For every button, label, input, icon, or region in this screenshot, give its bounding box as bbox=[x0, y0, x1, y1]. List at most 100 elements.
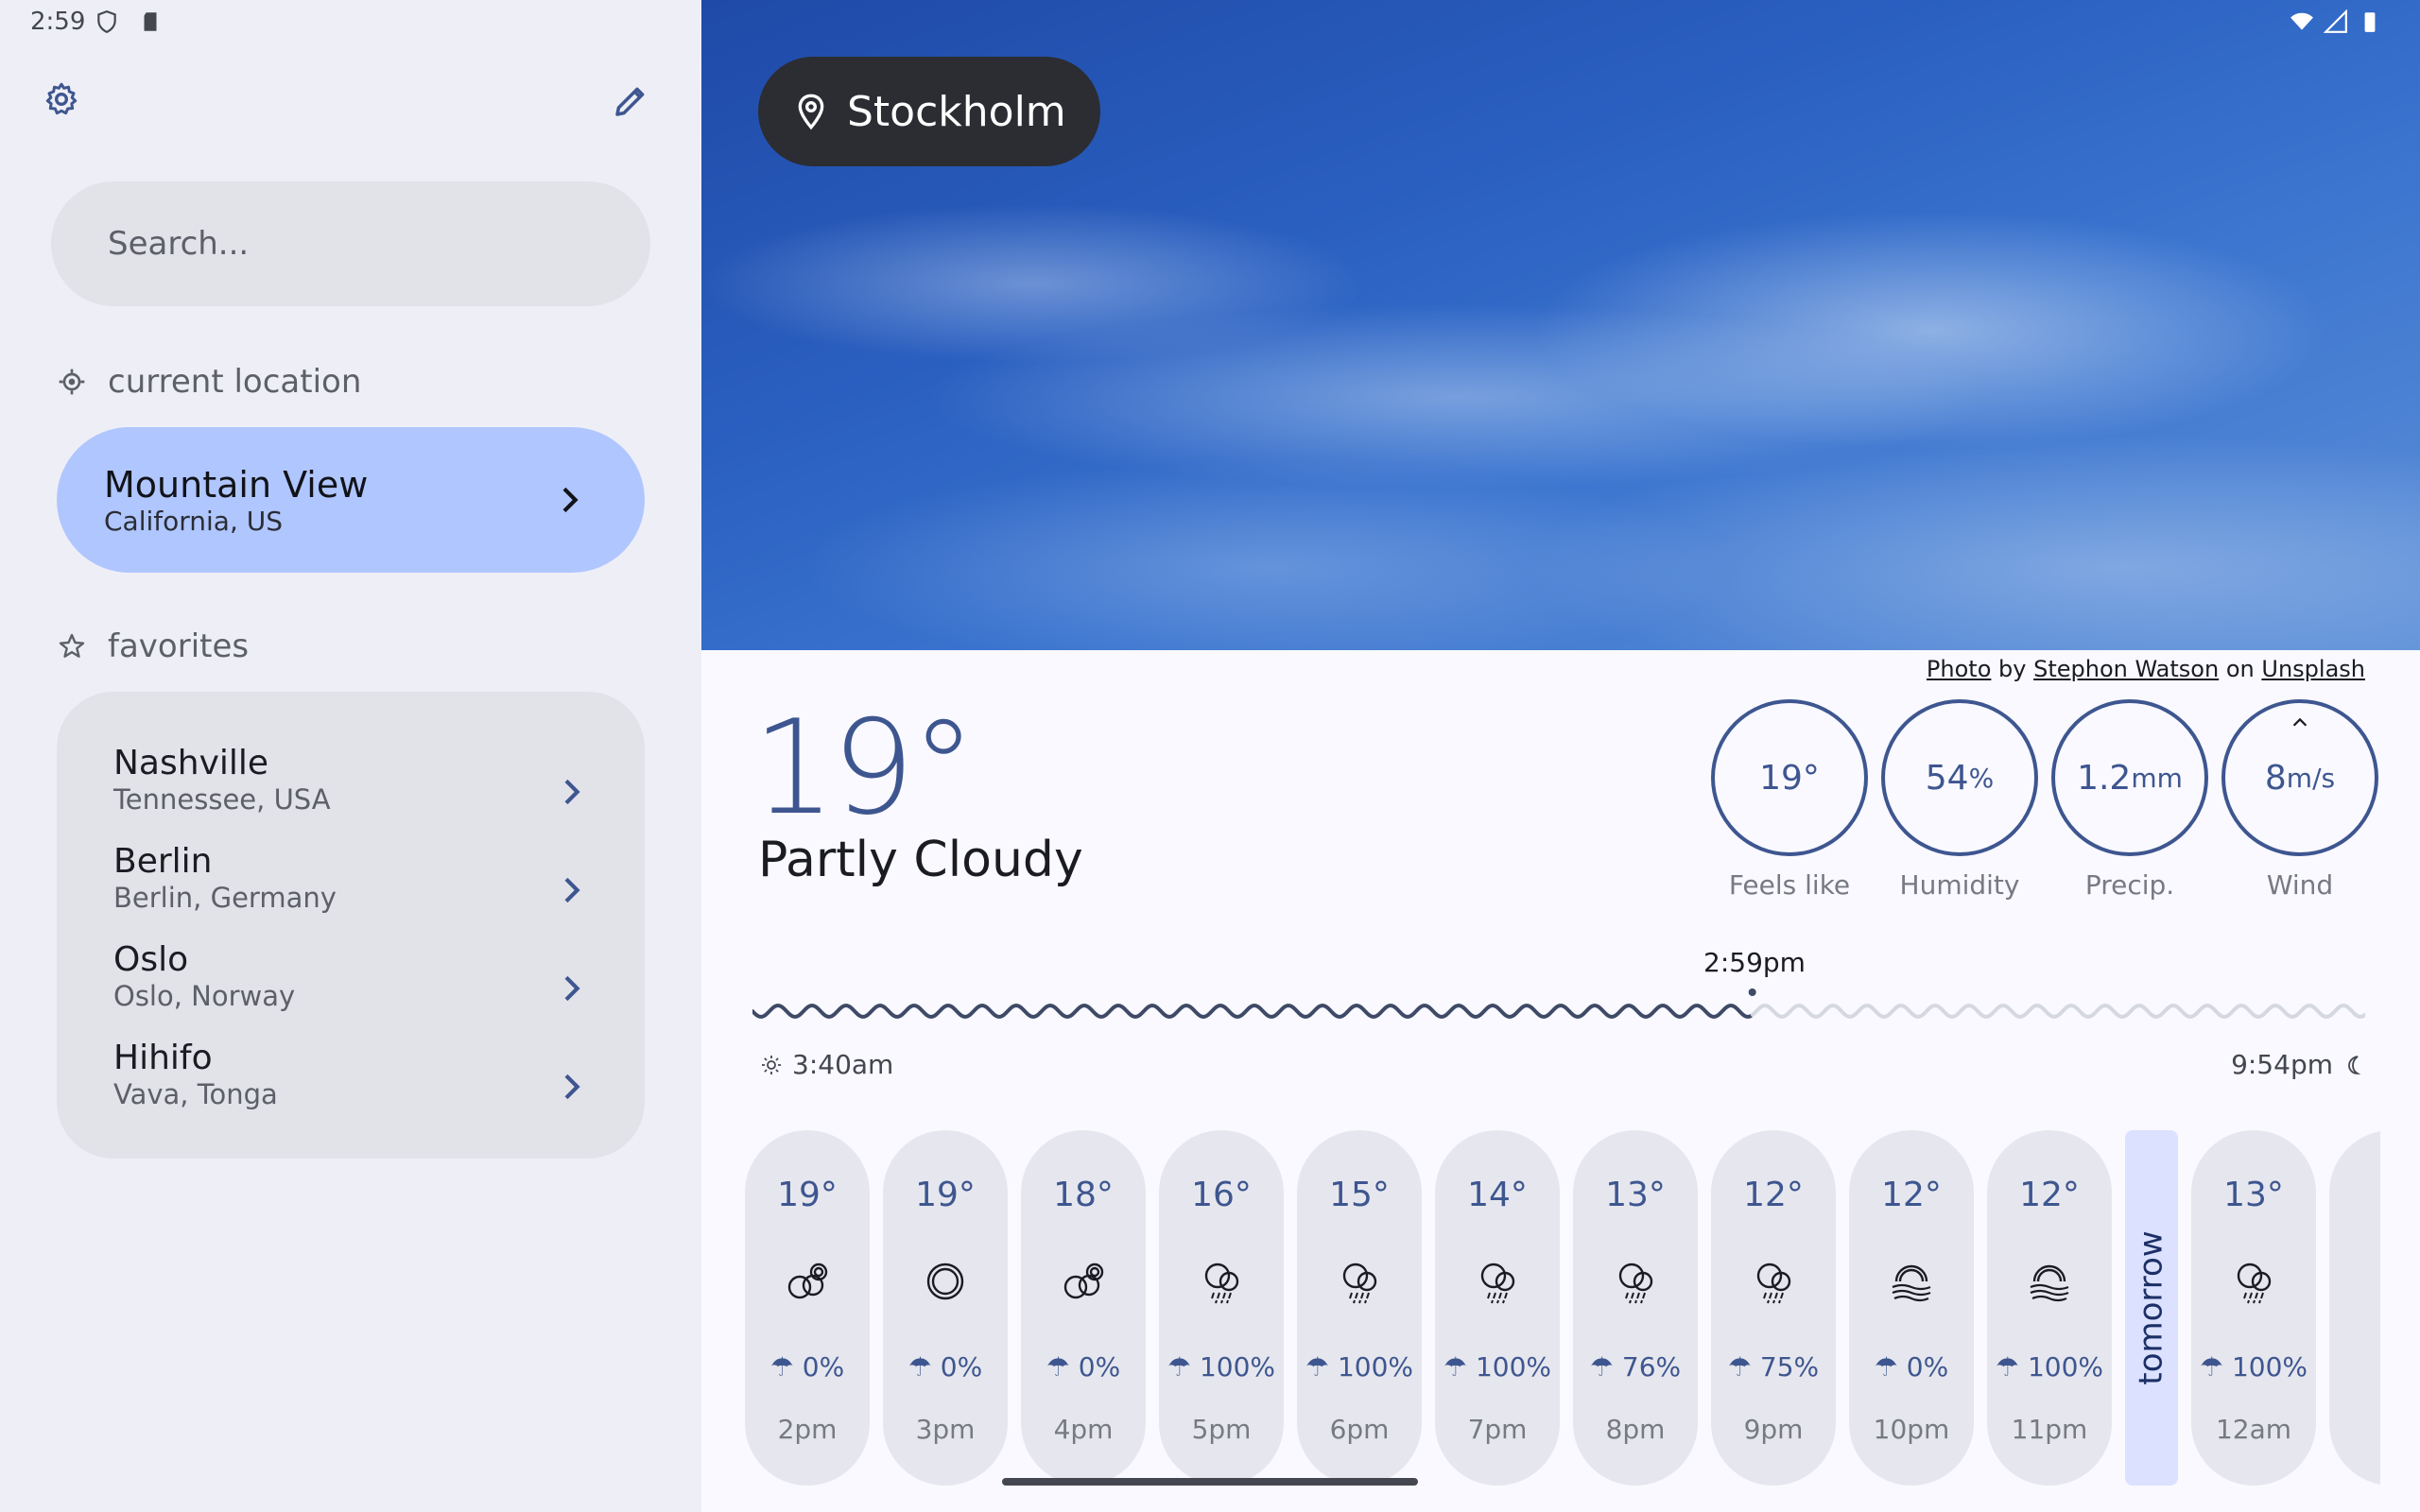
hour-time: 3pm bbox=[915, 1414, 976, 1445]
hour-precip: ☂ 75% bbox=[1711, 1351, 1836, 1383]
status-icons-right bbox=[2290, 9, 2382, 34]
hour-precip: ☂ 0% bbox=[1849, 1351, 1974, 1383]
hour-temp: 16° bbox=[1191, 1176, 1252, 1214]
weather-condition: Partly Cloudy bbox=[758, 832, 1083, 888]
daylight-wave bbox=[752, 988, 2365, 1019]
metric-label: Feels like bbox=[1728, 869, 1851, 901]
location-chip[interactable]: Stockholm bbox=[758, 57, 1100, 166]
my-location-icon bbox=[59, 369, 85, 395]
metric-value: 8 bbox=[2264, 758, 2287, 798]
hour-time: 6pm bbox=[1329, 1414, 1390, 1445]
hour-precip-value: 76% bbox=[1621, 1351, 1682, 1383]
metric-ring: 54% bbox=[1881, 699, 2038, 856]
umbrella-icon: ☂ bbox=[1727, 1351, 1760, 1383]
credit-by: by bbox=[1998, 656, 2027, 682]
metric-humidity: 54% Humidity bbox=[1881, 699, 2038, 901]
photo-credit: Photo by Stephon Watson on Unsplash bbox=[1927, 656, 2365, 682]
rain-icon bbox=[1618, 1263, 1653, 1304]
chevron-right-icon bbox=[564, 779, 580, 805]
favorite-item-oslo[interactable]: Oslo Oslo, Norway bbox=[57, 939, 645, 1038]
hourly-forecast[interactable]: 19° ☂ 0% 2pm 19° ☂ 0% 3pm 18° ☂ 0% 4pm 16° ☂ 100% 5… bbox=[745, 1130, 2380, 1489]
rain-icon bbox=[2237, 1263, 2272, 1304]
favorite-item-nashville[interactable]: Nashville Tennessee, USA bbox=[57, 743, 645, 841]
current-temperature: 19° bbox=[752, 692, 977, 844]
hour-time: 4pm bbox=[1053, 1414, 1114, 1445]
hourly-card-partial bbox=[2329, 1130, 2380, 1486]
umbrella-icon: ☂ bbox=[769, 1351, 803, 1383]
search-input[interactable] bbox=[51, 181, 650, 306]
chevron-right-icon bbox=[562, 487, 579, 513]
metric-ring: 1.2 mm bbox=[2051, 699, 2208, 856]
metric-unit: % bbox=[1968, 762, 1995, 794]
hourly-card: 12° ☂ 75% 9pm bbox=[1711, 1130, 1836, 1486]
metric-precipitation: 1.2 mm Precip. bbox=[2051, 699, 2208, 901]
location-chip-label: Stockholm bbox=[847, 87, 1066, 136]
rain-icon bbox=[1480, 1263, 1515, 1304]
hour-precip: ☂ 100% bbox=[1297, 1351, 1422, 1383]
hour-precip-value: 0% bbox=[802, 1351, 845, 1383]
location-region: California, US bbox=[104, 506, 284, 537]
home-indicator[interactable] bbox=[1002, 1478, 1418, 1486]
gear-icon bbox=[45, 82, 78, 115]
battery-icon bbox=[2364, 12, 2376, 32]
umbrella-icon: ☂ bbox=[2199, 1351, 2232, 1383]
hour-precip-value: 100% bbox=[1475, 1351, 1552, 1383]
hourly-card: 19° ☂ 0% 2pm bbox=[745, 1130, 870, 1486]
location-sidebar: 2:59 current location Mountain View Cali… bbox=[0, 0, 701, 1512]
metric-unit: mm bbox=[2131, 762, 2183, 794]
favorite-item-berlin[interactable]: Berlin Berlin, Germany bbox=[57, 841, 645, 939]
hour-temp: 14° bbox=[1467, 1176, 1528, 1214]
hour-time: 9pm bbox=[1743, 1414, 1804, 1445]
hour-precip-value: 75% bbox=[1759, 1351, 1820, 1383]
current-location-card[interactable]: Mountain View California, US bbox=[57, 427, 645, 573]
hour-temp: 12° bbox=[2019, 1176, 2080, 1214]
hourly-card: 19° ☂ 0% 3pm bbox=[883, 1130, 1008, 1486]
sunrise-time: 3:40am bbox=[792, 1049, 894, 1080]
sunrise-icon bbox=[762, 1055, 781, 1074]
sunrise: 3:40am bbox=[760, 1049, 893, 1080]
hour-precip-value: 0% bbox=[1906, 1351, 1949, 1383]
tomorrow-divider: tomorrow bbox=[2125, 1130, 2178, 1486]
current-time-marker-label: 2:59pm bbox=[1703, 947, 1806, 978]
settings-button[interactable] bbox=[38, 76, 85, 123]
metric-value: 54 bbox=[1925, 758, 1969, 798]
credit-on: on bbox=[2225, 656, 2255, 682]
sd-card-icon bbox=[144, 12, 157, 31]
partly-cloudy-icon bbox=[787, 1263, 828, 1299]
shield-icon bbox=[97, 10, 116, 34]
partly-cloudy-icon bbox=[1063, 1263, 1104, 1299]
hour-time: 8pm bbox=[1605, 1414, 1666, 1445]
photo-link[interactable]: Photo bbox=[1927, 656, 1991, 682]
hour-temp: 13° bbox=[1605, 1176, 1666, 1214]
edit-button[interactable] bbox=[605, 76, 656, 127]
source-link[interactable]: Unsplash bbox=[2261, 656, 2365, 682]
hour-temp: 15° bbox=[1329, 1176, 1390, 1214]
hour-time: 5pm bbox=[1191, 1414, 1252, 1445]
hour-precip-value: 100% bbox=[1199, 1351, 1276, 1383]
location-name: Mountain View bbox=[104, 464, 369, 506]
metric-feels-like: 19° Feels like bbox=[1711, 699, 1868, 901]
hour-precip-value: 0% bbox=[940, 1351, 983, 1383]
rain-icon bbox=[1342, 1263, 1377, 1304]
hour-precip: ☂ 100% bbox=[1159, 1351, 1284, 1383]
daylight-elapsed bbox=[752, 1004, 1753, 1019]
metric-ring: 19° bbox=[1711, 699, 1868, 856]
current-location-label: current location bbox=[108, 363, 362, 401]
moon-icon bbox=[2348, 1055, 2361, 1074]
umbrella-icon: ☂ bbox=[1874, 1351, 1907, 1383]
hour-time: 12am bbox=[2215, 1414, 2292, 1445]
sky-photo: Stockholm bbox=[701, 0, 2420, 650]
favorites-label: favorites bbox=[108, 627, 250, 665]
hour-time: 2pm bbox=[777, 1414, 838, 1445]
chevron-right-icon bbox=[564, 975, 580, 1002]
author-link[interactable]: Stephon Watson bbox=[2033, 656, 2219, 682]
hour-time: 11pm bbox=[2011, 1414, 2088, 1445]
hour-temp: 13° bbox=[2223, 1176, 2284, 1214]
hourly-track: 19° ☂ 0% 2pm 19° ☂ 0% 3pm 18° ☂ 0% 4pm 16° ☂ 100% 5… bbox=[745, 1130, 2380, 1486]
favorite-item-hihifo[interactable]: Hihifo Vava, Tonga bbox=[57, 1038, 645, 1136]
metric-value: 1.2 bbox=[2077, 758, 2132, 798]
current-location-heading: current location bbox=[57, 363, 361, 401]
hour-temp: 12° bbox=[1881, 1176, 1942, 1214]
hour-precip: ☂ 0% bbox=[745, 1351, 870, 1383]
star-icon bbox=[59, 633, 85, 658]
